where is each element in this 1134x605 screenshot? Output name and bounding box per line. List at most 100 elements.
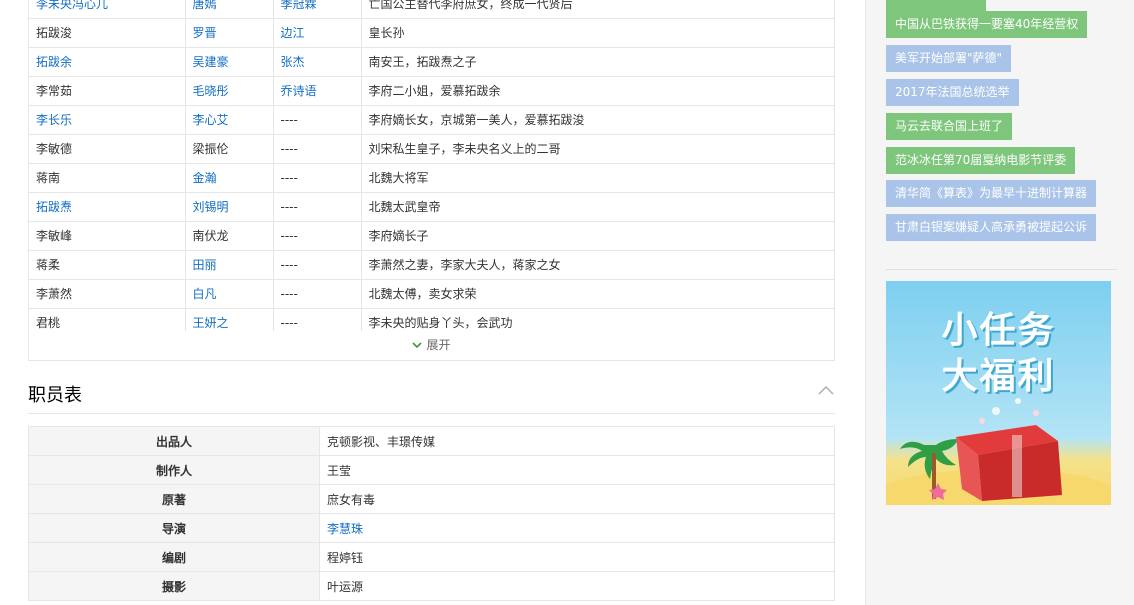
staff-key: 制作人 (28, 455, 320, 485)
cast-dubber-link[interactable]: 张杰 (281, 55, 305, 69)
staff-row: 原著 庶女有毒 (28, 484, 835, 514)
staff-value-cell: 克顿影视、丰璟传媒 (319, 426, 835, 456)
cast-row: 李萧然 白凡 ---- 北魏太傅，卖女求荣 (29, 279, 834, 309)
hot-topic-tag[interactable]: 中国从巴铁获得一要塞40年经营权 (886, 11, 1088, 38)
cast-dubber-link[interactable]: 边江 (281, 26, 305, 40)
cast-description-cell: 南安王，拓跋焘之子 (360, 47, 834, 77)
gift-box-icon (886, 398, 1111, 505)
cast-dubber-cell: 张杰 (272, 47, 361, 77)
cast-row: 蒋柔 田丽 ---- 李萧然之妻，李家大夫人，蒋家之女 (29, 250, 834, 280)
cast-dubber-cell: 边江 (272, 18, 361, 48)
cast-row: 李长乐 李心艾 ---- 李府嫡长女，京城第一美人，爱慕拓跋浚 (29, 105, 834, 135)
staff-key: 导演 (28, 513, 320, 543)
cast-description: 南安王，拓跋焘之子 (368, 55, 477, 69)
cast-description-cell: 皇长孙 (360, 18, 834, 48)
staff-value-cell: 叶运源 (319, 571, 835, 601)
hot-topic-tag[interactable]: 2017年法国总统选举 (886, 79, 1019, 106)
cast-description-cell: 刘宋私生皇子，李未央名义上的二哥 (360, 134, 834, 164)
cast-actor-link[interactable]: 金瀚 (193, 171, 217, 185)
cast-description-cell: 北魏太傅，卖女求荣 (360, 279, 834, 309)
ad-banner[interactable]: 小任务 大福利 (886, 281, 1111, 505)
cast-description: 北魏太武皇帝 (368, 200, 441, 214)
cast-row: 蒋南 金瀚 ---- 北魏大将军 (29, 163, 834, 193)
cast-role-link[interactable]: 李未央冯心儿 (36, 0, 108, 11)
cast-role-link[interactable]: 拓跋余 (36, 55, 72, 69)
staff-value: 叶运源 (327, 579, 364, 594)
cast-role-cell: 李长乐 (29, 105, 185, 135)
cast-role-cell: 李常茹 (29, 76, 185, 106)
cast-actor-link[interactable]: 刘锡明 (193, 200, 229, 214)
cast-row: 拓跋余 吴建豪 张杰 南安王，拓跋焘之子 (29, 47, 834, 77)
cast-actor-cell: 罗晋 (184, 18, 273, 48)
staff-key: 摄影 (28, 571, 320, 601)
cast-dubber: ---- (280, 170, 298, 185)
cast-row: 李敏峰 南伏龙 ---- 李府嫡长子 (29, 221, 834, 251)
cast-role: 李敏峰 (36, 229, 73, 243)
ad-line-1: 小任务 (941, 310, 1056, 351)
staff-value-cell: 庶女有毒 (319, 484, 835, 514)
cast-role: 李常茹 (36, 84, 73, 98)
sidebar: 中国从巴铁获得一要塞40年经营权 美军开始部署"萨德" 2017年法国总统选举 马云去… (865, 0, 1134, 605)
staff-row: 制作人 王莹 (28, 455, 835, 485)
cast-actor-link[interactable]: 王妍之 (193, 316, 229, 330)
cast-description: 李萧然之妻，李家大夫人，蒋家之女 (368, 258, 561, 272)
hot-topic-tag[interactable]: 美军开始部署"萨德" (886, 45, 1012, 72)
cast-actor-link[interactable]: 田丽 (193, 258, 217, 272)
cast-role-link[interactable]: 李长乐 (36, 113, 72, 127)
cast-actor-link[interactable]: 白凡 (193, 287, 217, 301)
hot-topic-tag[interactable]: 马云去联合国上班了 (886, 113, 1013, 140)
cast-description-cell: 李萧然之妻，李家大夫人，蒋家之女 (360, 250, 834, 280)
staff-table: 出品人 克顿影视、丰璟传媒 制作人 王莹 原著 庶女有毒 导演 李慧珠 编剧 程婷钰 摄影 叶运源 (28, 426, 835, 601)
cast-dubber: ---- (280, 141, 298, 156)
cast-role-link[interactable]: 拓跋焘 (36, 200, 72, 214)
hot-topic-tag[interactable]: 范冰冰任第70届戛纳电影节评委 (886, 147, 1076, 174)
cast-dubber-link[interactable]: 乔诗语 (281, 84, 317, 98)
cast-row: 李常茹 毛晓彤 乔诗语 李府二小姐，爱慕拓跋余 (29, 76, 834, 106)
cast-actor-cell: 毛晓彤 (184, 76, 273, 106)
cast-row: 拓跋焘 刘锡明 ---- 北魏太武皇帝 (29, 192, 834, 222)
cast-description-cell: 李府二小姐，爱慕拓跋余 (360, 76, 834, 106)
cast-actor-link[interactable]: 罗晋 (193, 26, 217, 40)
cast-dubber-cell: ---- (272, 192, 361, 222)
cast-table-container: 李未央冯心儿 唐嫣 季冠霖 亡国公主替代李府庶女，终成一代贤后 拓跋浚 罗晋 边江 皇长孙 拓跋… (28, 0, 835, 361)
cast-actor-link[interactable]: 唐嫣 (193, 0, 217, 11)
staff-value: 庶女有毒 (327, 492, 376, 507)
cast-actor-cell: 金瀚 (184, 163, 273, 193)
hot-topic-tag[interactable]: 甘肃白银案嫌疑人高承勇被提起公诉 (886, 214, 1097, 241)
staff-value: 克顿影视、丰璟传媒 (327, 434, 436, 449)
cast-dubber-link[interactable]: 季冠霖 (281, 0, 317, 11)
cast-actor-cell: 南伏龙 (184, 221, 273, 251)
cast-role-cell: 李敏峰 (29, 221, 185, 251)
cast-description: 北魏太傅，卖女求荣 (368, 287, 477, 301)
cast-role-cell: 拓跋浚 (29, 18, 185, 48)
staff-value: 王莹 (327, 463, 352, 478)
staff-value-cell: 程婷钰 (319, 542, 835, 572)
cast-dubber-cell: ---- (272, 221, 361, 251)
cast-dubber-cell: ---- (272, 279, 361, 309)
cast-description-cell: 北魏大将军 (360, 163, 834, 193)
staff-row: 导演 李慧珠 (28, 513, 835, 543)
chevron-up-icon[interactable] (817, 382, 835, 400)
cast-actor: 梁振伦 (192, 142, 229, 156)
chevron-down-icon (412, 342, 423, 349)
cast-description: 李未央的贴身丫头，会武功 (368, 316, 513, 330)
cast-actor-cell: 吴建豪 (184, 47, 273, 77)
expand-button[interactable]: 展开 (29, 331, 834, 360)
cast-row: 拓跋浚 罗晋 边江 皇长孙 (29, 18, 834, 48)
staff-key: 出品人 (28, 426, 320, 456)
cast-role-cell: 蒋柔 (29, 250, 185, 280)
cast-dubber-cell: ---- (272, 134, 361, 164)
cast-role-cell: 李萧然 (29, 279, 185, 309)
cast-actor-link[interactable]: 毛晓彤 (193, 84, 229, 98)
cast-actor-link[interactable]: 吴建豪 (193, 55, 229, 69)
cast-description-cell: 李府嫡长女，京城第一美人，爱慕拓跋浚 (360, 105, 834, 135)
staff-row: 出品人 克顿影视、丰璟传媒 (28, 426, 835, 456)
cast-actor-link[interactable]: 李心艾 (193, 113, 229, 127)
cast-description-cell: 亡国公主替代李府庶女，终成一代贤后 (360, 0, 834, 19)
staff-key: 原著 (28, 484, 320, 514)
staff-value-link[interactable]: 李慧珠 (327, 522, 363, 536)
cast-dubber: ---- (280, 199, 298, 214)
cast-actor-cell: 李心艾 (184, 105, 273, 135)
cast-dubber: ---- (280, 286, 298, 301)
hot-topic-tag[interactable]: 清华简《算表》为最早十进制计算器 (886, 180, 1097, 207)
